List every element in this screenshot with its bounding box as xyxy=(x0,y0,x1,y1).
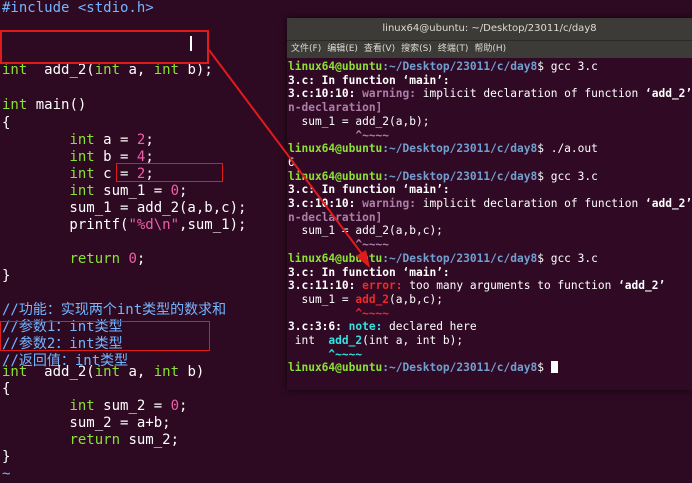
code-line: #include <stdio.h> xyxy=(2,0,154,16)
code-line: } xyxy=(2,268,11,284)
code-line: return 0; xyxy=(69,251,146,267)
terminal-line: sum_1 = add_2(a,b,c); xyxy=(288,292,443,306)
code-line: { xyxy=(2,115,11,131)
terminal-line: linux64@ubuntu:~/Desktop/23011/c/day8$ g… xyxy=(288,60,598,73)
terminal-output[interactable]: linux64@ubuntu:~/Desktop/23011/c/day8$ g… xyxy=(287,58,692,390)
text-cursor xyxy=(190,36,192,51)
code-line: int a = 2; xyxy=(69,132,154,148)
code-line: sum_2 = a+b; xyxy=(2,415,171,431)
terminal-line: 3.c:10:10: warning: implicit declaration… xyxy=(288,197,692,210)
code-line: ~ xyxy=(2,466,11,482)
terminal-line: linux64@ubuntu:~/Desktop/23011/c/day8$ g… xyxy=(288,169,598,183)
terminal-line: 3.c:10:10: warning: implicit declaration… xyxy=(288,87,692,101)
terminal-line: 3.c: In function ‘main’: xyxy=(288,73,450,87)
terminal-window[interactable]: linux64@ubuntu: ~/Desktop/23011/c/day8 文… xyxy=(287,18,692,390)
code-line: int add_2(int a, int b) xyxy=(2,364,205,380)
code-line: int main() xyxy=(2,97,87,113)
terminal-line: ^~~~~ xyxy=(288,347,363,361)
code-line: return sum_2; xyxy=(69,432,180,448)
terminal-line: linux64@ubuntu:~/Desktop/23011/c/day8$ xyxy=(288,361,558,375)
terminal-line: n-declaration] xyxy=(288,210,383,224)
terminal-menu-item[interactable]: 查看(V) xyxy=(364,44,395,54)
terminal-menu-item[interactable]: 帮助(H) xyxy=(474,44,506,54)
terminal-line: 3.c: In function ‘main’: xyxy=(288,265,450,279)
terminal-title: linux64@ubuntu: ~/Desktop/23011/c/day8 xyxy=(287,18,692,40)
terminal-line: int add_2(int a, int b); xyxy=(288,334,464,347)
code-line: int sum_2 = 0; xyxy=(69,398,188,414)
terminal-menu-item[interactable]: 终端(T) xyxy=(438,44,469,54)
code-line: int add_2(int a, int b); xyxy=(2,62,213,78)
terminal-line: 6 xyxy=(288,155,295,169)
terminal-menu-item[interactable]: 搜索(S) xyxy=(401,44,432,54)
code-line: { xyxy=(2,381,11,397)
code-line: printf("%d\n",sum_1); xyxy=(2,217,247,233)
terminal-line: sum_1 = add_2(a,b); xyxy=(288,114,430,128)
code-line: //功能：实现两个int类型的数求和 xyxy=(2,302,227,318)
terminal-line: 3.c: In function ‘main’: xyxy=(288,183,450,197)
terminal-line: linux64@ubuntu:~/Desktop/23011/c/day8$ g… xyxy=(288,251,598,265)
code-line: sum_1 = add_2(a,b,c); xyxy=(2,200,247,216)
call-highlight-box xyxy=(116,163,223,182)
code-line: } xyxy=(2,449,11,465)
declaration-highlight-box xyxy=(0,30,209,64)
terminal-line: ^~~~~ xyxy=(288,238,390,252)
terminal-line: sum_1 = add_2(a,b,c); xyxy=(288,224,443,238)
code-line: int sum_1 = 0; xyxy=(69,183,188,199)
terminal-menubar: 文件(F) 编辑(E) 查看(V) 搜索(S) 终端(T) 帮助(H) xyxy=(287,40,692,58)
terminal-cursor xyxy=(550,361,558,374)
terminal-line: linux64@ubuntu:~/Desktop/23011/c/day8$ .… xyxy=(288,142,598,156)
terminal-menu-item[interactable]: 编辑(E) xyxy=(327,44,358,54)
terminal-line: ^~~~~ xyxy=(288,128,390,142)
terminal-line: ^~~~~ xyxy=(288,306,390,320)
definition-highlight-box xyxy=(0,321,210,351)
terminal-line: 3.c:3:6: note: declared here xyxy=(288,320,477,334)
terminal-line: n-declaration] xyxy=(288,101,383,115)
terminal-line: 3.c:11:10: error: too many arguments to … xyxy=(288,279,666,293)
terminal-menu-item[interactable]: 文件(F) xyxy=(291,44,321,54)
